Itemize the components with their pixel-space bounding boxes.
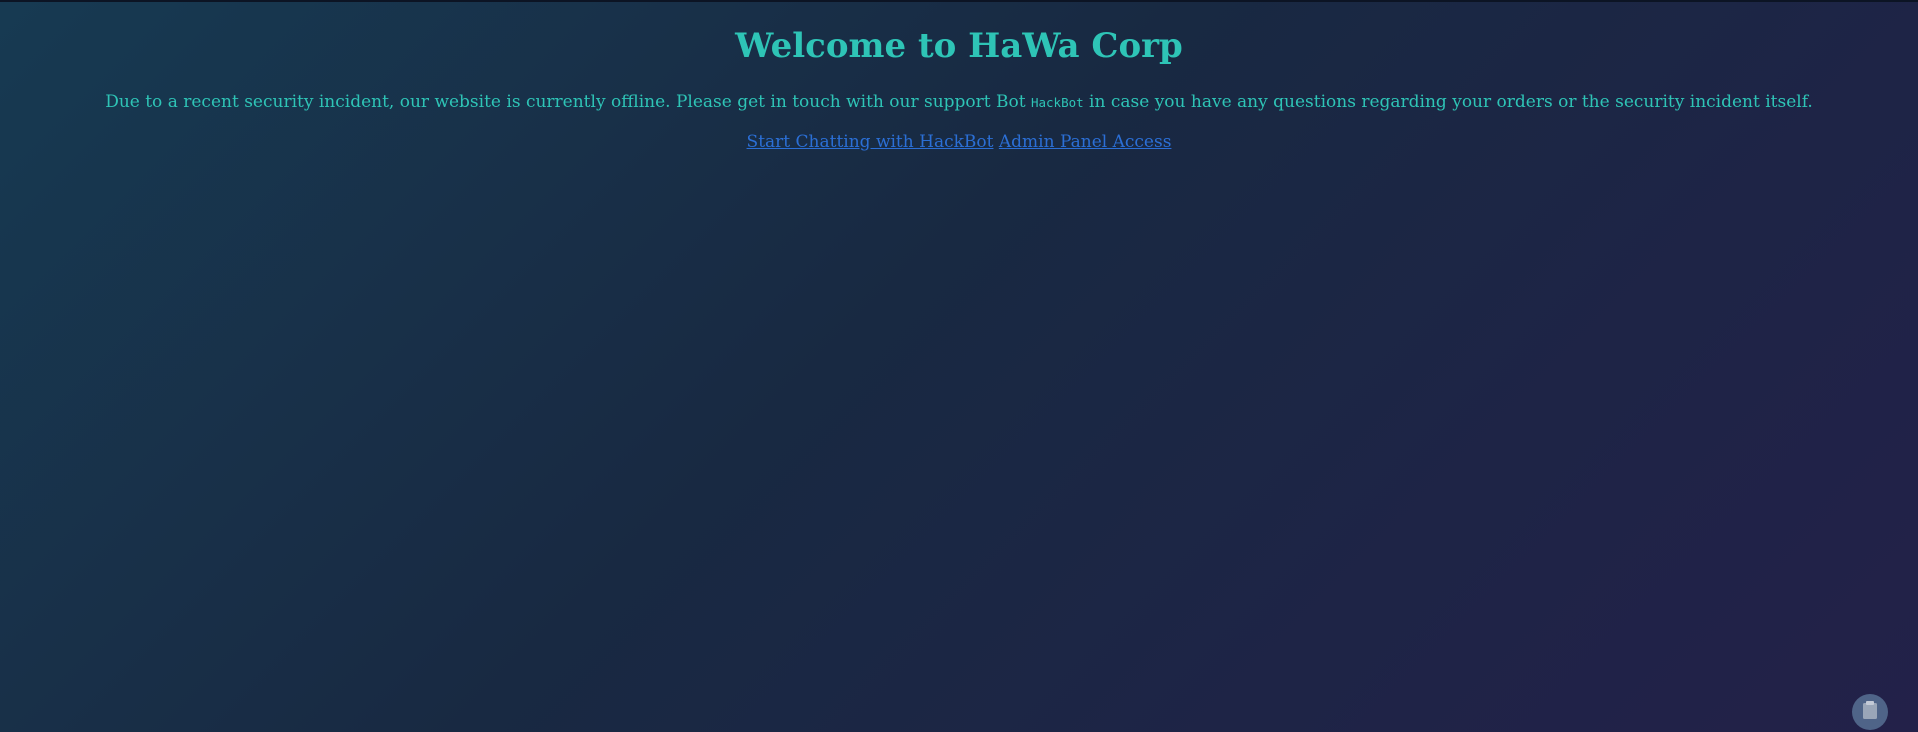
- clipboard-icon: [1861, 700, 1879, 724]
- notice-text-after: in case you have any questions regarding…: [1083, 92, 1813, 112]
- admin-panel-link[interactable]: Admin Panel Access: [999, 132, 1172, 152]
- main-content: Welcome to HaWa Corp Due to a recent sec…: [0, 0, 1918, 154]
- top-border: [0, 0, 1918, 2]
- page-title: Welcome to HaWa Corp: [735, 26, 1183, 66]
- bot-name-code: HackBot: [1030, 95, 1084, 110]
- links-row: Start Chatting with HackBot Admin Panel …: [0, 130, 1918, 154]
- security-notice: Due to a recent security incident, our w…: [0, 90, 1918, 115]
- clipboard-button[interactable]: [1852, 694, 1888, 730]
- notice-text-before: Due to a recent security incident, our w…: [105, 92, 1031, 112]
- start-chat-link[interactable]: Start Chatting with HackBot: [747, 132, 994, 152]
